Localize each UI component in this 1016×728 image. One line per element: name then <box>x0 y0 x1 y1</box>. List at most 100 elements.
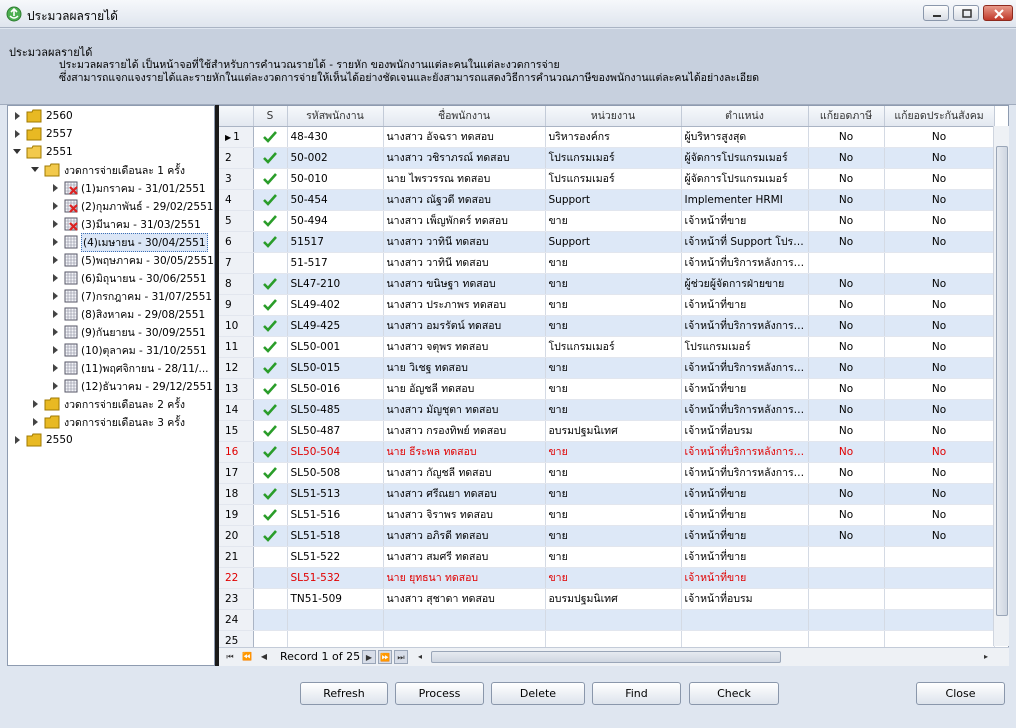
status-cell[interactable] <box>253 588 288 610</box>
adjust-tax-cell[interactable]: No <box>808 483 885 505</box>
position-cell[interactable]: เจ้าหน้าที่บริการหลังการขาย <box>681 399 809 421</box>
expand-arrow-icon[interactable] <box>30 399 40 409</box>
adjust-social-security-cell[interactable] <box>884 588 995 610</box>
department-cell[interactable]: ขาย <box>545 525 682 547</box>
table-row[interactable]: 20 SL51-518 นางสาว อภิรดี ทดสอบ ขาย เจ้าหน้า… <box>219 525 995 547</box>
status-cell[interactable] <box>253 126 288 148</box>
employee-name-cell[interactable]: นางสาว ขนิษฐา ทดสอบ <box>383 273 546 295</box>
position-cell[interactable]: เจ้าหน้าที่อบรม <box>681 588 809 610</box>
position-cell[interactable]: เจ้าหน้าที่ขาย <box>681 525 809 547</box>
position-cell[interactable]: เจ้าหน้าที่ขาย <box>681 294 809 316</box>
position-cell[interactable]: ผู้จัดการโปรแกรมเมอร์ <box>681 147 809 169</box>
employee-name-cell[interactable]: นางสาว อมรรัตน์ ทดสอบ <box>383 315 546 337</box>
expand-arrow-icon[interactable] <box>50 255 60 265</box>
position-cell[interactable]: เจ้าหน้าที่ขาย <box>681 378 809 400</box>
status-cell[interactable] <box>253 336 288 358</box>
status-cell[interactable] <box>253 378 288 400</box>
adjust-social-security-cell[interactable] <box>884 567 995 589</box>
department-cell[interactable]: ขาย <box>545 483 682 505</box>
refresh-button[interactable]: Refresh <box>300 682 388 705</box>
adjust-social-security-cell[interactable]: No <box>884 378 995 400</box>
position-cell[interactable]: ผู้จัดการโปรแกรมเมอร์ <box>681 168 809 190</box>
check-button[interactable]: Check <box>689 682 779 705</box>
adjust-social-security-cell[interactable]: No <box>884 441 995 463</box>
expand-arrow-icon[interactable] <box>50 219 60 229</box>
adjust-tax-cell[interactable]: No <box>808 357 885 379</box>
employee-name-cell[interactable]: นาย ไพรวรรณ ทดสอบ <box>383 168 546 190</box>
process-button[interactable]: Process <box>395 682 484 705</box>
table-row[interactable]: 3 50-010 นาย ไพรวรรณ ทดสอบ โปรแกรมเมอร์ ผู้จ… <box>219 168 995 190</box>
employee-name-cell[interactable] <box>383 609 546 631</box>
adjust-tax-cell[interactable] <box>808 609 885 631</box>
expand-arrow-icon[interactable] <box>50 327 60 337</box>
tree-period-item[interactable]: (12)ธันวาคม - 29/12/2551 <box>50 377 213 395</box>
employee-name-cell[interactable]: นางสาว ศรีณยา ทดสอบ <box>383 483 546 505</box>
employee-name-cell[interactable]: นางสาว ประภาพร ทดสอบ <box>383 294 546 316</box>
next-page-icon[interactable]: ⏩ <box>378 650 392 664</box>
position-cell[interactable]: เจ้าหน้าที่บริการหลังการขาย <box>681 441 809 463</box>
employee-name-cell[interactable]: นางสาว ณัฐวดี ทดสอบ <box>383 189 546 211</box>
tree-period-item[interactable]: (5)พฤษภาคม - 30/05/2551 <box>50 251 214 269</box>
department-cell[interactable]: อบรมปฐมนิเทศ <box>545 588 682 610</box>
employee-name-cell[interactable]: นาย วิเชฐ ทดสอบ <box>383 357 546 379</box>
employee-code-cell[interactable]: 51517 <box>287 231 384 253</box>
tree-period-item[interactable]: (7)กรกฎาคม - 31/07/2551 <box>50 287 212 305</box>
expand-arrow-icon[interactable] <box>50 363 60 373</box>
expand-arrow-icon[interactable] <box>50 237 60 247</box>
adjust-social-security-cell[interactable]: No <box>884 315 995 337</box>
adjust-tax-cell[interactable]: No <box>808 504 885 526</box>
status-cell[interactable] <box>253 357 288 379</box>
last-record-icon[interactable]: ⏭ <box>394 650 408 664</box>
department-cell[interactable]: Support <box>545 189 682 211</box>
department-cell[interactable]: ขาย <box>545 504 682 526</box>
department-cell[interactable]: ขาย <box>545 294 682 316</box>
position-cell[interactable]: เจ้าหน้าที่บริการหลังการขาย <box>681 315 809 337</box>
adjust-tax-cell[interactable]: No <box>808 210 885 232</box>
department-cell[interactable] <box>545 609 682 631</box>
vertical-scrollbar[interactable] <box>993 126 1009 646</box>
table-row[interactable]: 23 TN51-509 นางสาว สุชาดา ทดสอบ อบรมปฐมนิเท… <box>219 588 995 610</box>
employee-code-cell[interactable]: SL47-210 <box>287 273 384 295</box>
adjust-tax-cell[interactable]: No <box>808 399 885 421</box>
department-cell[interactable]: ขาย <box>545 252 682 274</box>
employee-code-cell[interactable]: 50-010 <box>287 168 384 190</box>
adjust-tax-cell[interactable]: No <box>808 315 885 337</box>
status-cell[interactable] <box>253 147 288 169</box>
adjust-social-security-cell[interactable]: No <box>884 273 995 295</box>
table-row[interactable]: 18 SL51-513 นางสาว ศรีณยา ทดสอบ ขาย เจ้าหน้า… <box>219 483 995 505</box>
department-cell[interactable]: อบรมปฐมนิเทศ <box>545 420 682 442</box>
department-cell[interactable]: ขาย <box>545 210 682 232</box>
adjust-social-security-cell[interactable]: No <box>884 399 995 421</box>
position-cell[interactable]: เจ้าหน้าที่ขาย <box>681 567 809 589</box>
adjust-social-security-cell[interactable]: No <box>884 210 995 232</box>
employee-name-cell[interactable]: นางสาว สมศรี ทดสอบ <box>383 546 546 568</box>
table-row[interactable]: 7 51-517 นางสาว วาทินี ทดสอบ ขาย เจ้าหน้าที่… <box>219 252 995 274</box>
employee-code-cell[interactable]: TN51-509 <box>287 588 384 610</box>
position-cell[interactable]: เจ้าหน้าที่บริการหลังการขาย <box>681 357 809 379</box>
column-header-employee-code[interactable]: รหัสพนักงาน <box>287 106 384 127</box>
scroll-right-icon[interactable]: ▸ <box>979 650 993 664</box>
minimize-button[interactable] <box>923 5 949 21</box>
position-cell[interactable]: เจ้าหน้าที่ขาย <box>681 546 809 568</box>
table-row[interactable]: 10 SL49-425 นางสาว อมรรัตน์ ทดสอบ ขาย เจ้าหน… <box>219 315 995 337</box>
employee-code-cell[interactable]: SL50-015 <box>287 357 384 379</box>
tree-period-item[interactable]: (9)กันยายน - 30/09/2551 <box>50 323 206 341</box>
employee-name-cell[interactable]: นางสาว วาทินี ทดสอบ <box>383 252 546 274</box>
adjust-tax-cell[interactable]: No <box>808 168 885 190</box>
tree-period-item[interactable]: (8)สิงหาคม - 29/08/2551 <box>50 305 205 323</box>
maximize-button[interactable] <box>953 5 979 21</box>
employee-name-cell[interactable]: นางสาว มัญชุตา ทดสอบ <box>383 399 546 421</box>
expand-arrow-icon[interactable] <box>30 417 40 427</box>
adjust-social-security-cell[interactable]: No <box>884 294 995 316</box>
column-header-status[interactable]: S <box>253 106 288 127</box>
table-row[interactable]: 8 SL47-210 นางสาว ขนิษฐา ทดสอบ ขาย ผู้ช่วยผู… <box>219 273 995 295</box>
tree-period-item[interactable]: (3)มีนาคม - 31/03/2551 <box>50 215 201 233</box>
adjust-social-security-cell[interactable]: No <box>884 462 995 484</box>
tree-group-three-monthly[interactable]: งวดการจ่ายเดือนละ 3 ครั้ง <box>30 413 185 431</box>
horizontal-scroll-thumb[interactable] <box>431 651 781 663</box>
adjust-social-security-cell[interactable]: No <box>884 420 995 442</box>
department-cell[interactable]: โปรแกรมเมอร์ <box>545 336 682 358</box>
department-cell[interactable]: ขาย <box>545 399 682 421</box>
tree-year-2557[interactable]: 2557 <box>12 125 73 143</box>
adjust-social-security-cell[interactable] <box>884 546 995 568</box>
